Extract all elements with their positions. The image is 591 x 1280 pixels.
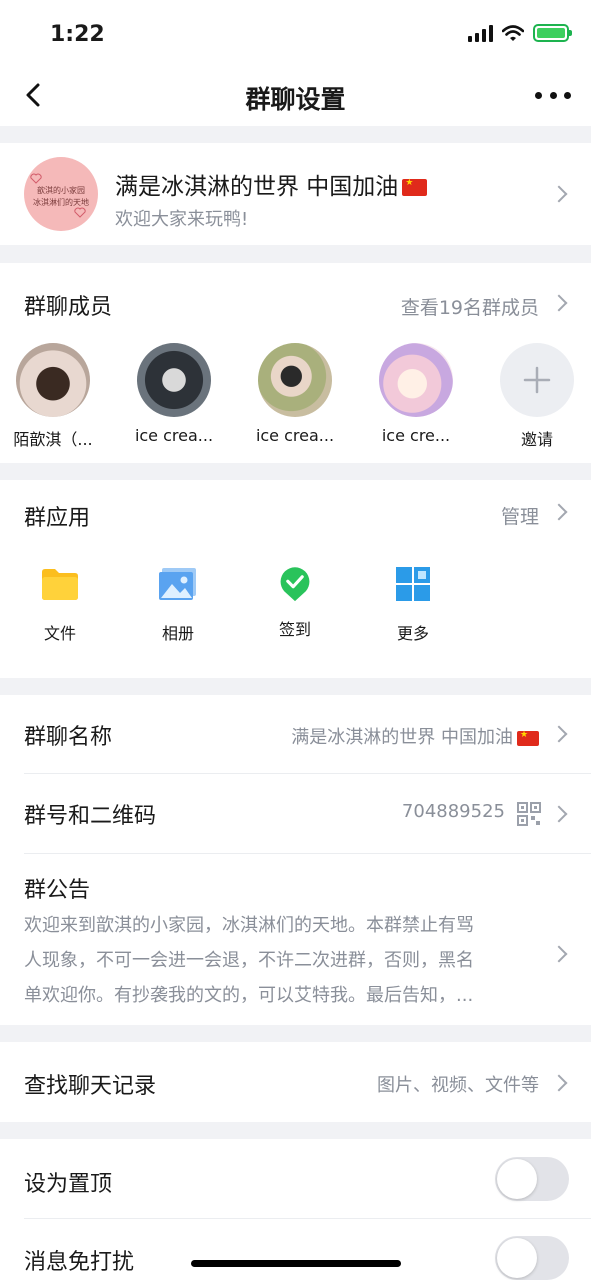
app-label: 签到 <box>278 620 311 639</box>
avatar <box>258 343 332 417</box>
app-album[interactable]: 相册 <box>128 566 228 644</box>
pin-toggle[interactable] <box>495 1157 569 1201</box>
chevron-right-icon <box>550 1074 568 1092</box>
app-label: 文件 <box>43 624 76 643</box>
invite-button[interactable]: 邀请 <box>482 343 591 450</box>
group-name-value: 满是冰淇淋的世界 中国加油 <box>291 723 539 749</box>
member-name: ice crea... <box>255 426 335 445</box>
group-apps-card: 群应用 管理 文件 相册 签到 更多 <box>0 480 591 678</box>
battery-icon <box>533 24 572 42</box>
pin-label: 设为置顶 <box>24 1172 113 1197</box>
announcement-label: 群公告 <box>24 878 91 903</box>
group-settings-card: 群聊名称 满是冰淇淋的世界 中国加油 群号和二维码 704889525 群公告 … <box>0 695 591 1025</box>
announcement-row[interactable]: 群公告 欢迎来到歆淇的小家园，冰淇淋们的天地。本群禁止有骂 人现象，不可一会进一… <box>0 854 591 1025</box>
check-in-icon <box>280 567 310 602</box>
nav-bar: 群聊设置 <box>0 64 591 126</box>
invite-label: 邀请 <box>520 430 553 449</box>
group-number-label: 群号和二维码 <box>24 804 157 829</box>
search-history-row[interactable]: 查找聊天记录 图片、视频、文件等 <box>0 1042 591 1122</box>
status-bar: 1:22 <box>0 0 591 64</box>
manage-apps-link[interactable]: 管理 <box>501 502 539 529</box>
view-all-members-link[interactable]: 查看19名群成员 <box>401 293 539 320</box>
home-indicator <box>191 1260 401 1267</box>
heart-icon <box>30 173 42 184</box>
heart-icon <box>74 207 86 218</box>
members-title: 群聊成员 <box>24 295 113 320</box>
group-number-value: 704889525 <box>401 801 505 822</box>
group-number-row[interactable]: 群号和二维码 704889525 <box>0 774 591 853</box>
avatar <box>137 343 211 417</box>
grid-more-icon <box>396 567 430 601</box>
group-name: 满是冰淇淋的世界 中国加油 <box>115 167 428 201</box>
members-card: 群聊成员 查看19名群成员 陌歆淇（... ice crea... ice cr… <box>0 263 591 463</box>
mute-toggle[interactable] <box>495 1236 569 1280</box>
chevron-right-icon <box>550 725 568 743</box>
page-title: 群聊设置 <box>245 85 346 114</box>
apps-title: 群应用 <box>24 506 91 531</box>
app-label: 相册 <box>161 624 194 643</box>
member-item[interactable]: 陌歆淇（... <box>0 343 108 450</box>
chevron-right-icon <box>550 503 568 521</box>
group-info-card[interactable]: 歆淇的小家园 冰淇淋们的天地 满是冰淇淋的世界 中国加油 欢迎大家来玩鸭! <box>0 143 591 245</box>
member-item[interactable]: ice crea... <box>119 343 229 445</box>
member-name: ice crea... <box>134 426 214 445</box>
group-name-row[interactable]: 群聊名称 满是冰淇淋的世界 中国加油 <box>0 695 591 773</box>
search-history-hint: 图片、视频、文件等 <box>377 1075 539 1096</box>
add-member-icon <box>500 343 574 417</box>
chevron-right-icon <box>550 805 568 823</box>
member-item[interactable]: ice crea... <box>240 343 350 445</box>
avatar <box>379 343 453 417</box>
qr-code-icon <box>517 802 541 826</box>
member-name: 陌歆淇（... <box>13 430 93 449</box>
more-options-icon[interactable] <box>535 81 571 109</box>
status-icons <box>468 24 572 42</box>
app-label: 更多 <box>396 624 429 643</box>
cellular-signal-icon <box>468 24 493 42</box>
chevron-right-icon <box>550 185 568 203</box>
group-avatar: 歆淇的小家园 冰淇淋们的天地 <box>24 157 98 231</box>
app-more[interactable]: 更多 <box>363 566 463 644</box>
search-history-label: 查找聊天记录 <box>24 1074 157 1099</box>
member-item[interactable]: ice cre... <box>361 343 471 445</box>
app-file[interactable]: 文件 <box>10 566 110 644</box>
china-flag-icon <box>402 178 428 196</box>
mute-label: 消息免打扰 <box>24 1250 135 1275</box>
photo-album-icon <box>159 568 196 600</box>
member-name: ice cre... <box>381 426 451 445</box>
group-name-label: 群聊名称 <box>24 725 113 750</box>
chevron-right-icon <box>550 945 568 963</box>
folder-icon <box>42 569 78 600</box>
group-subtitle: 欢迎大家来玩鸭! <box>115 209 249 230</box>
wifi-icon <box>502 24 524 41</box>
chevron-right-icon <box>550 294 568 312</box>
divider <box>24 1218 591 1219</box>
china-flag-icon <box>517 730 539 746</box>
app-checkin[interactable]: 签到 <box>245 566 345 640</box>
announcement-text: 欢迎来到歆淇的小家园，冰淇淋们的天地。本群禁止有骂 人现象，不可一会进一会退，不… <box>24 915 474 1006</box>
status-time: 1:22 <box>50 22 105 47</box>
toggle-settings-card: 设为置顶 消息免打扰 <box>0 1139 591 1280</box>
avatar <box>16 343 90 417</box>
